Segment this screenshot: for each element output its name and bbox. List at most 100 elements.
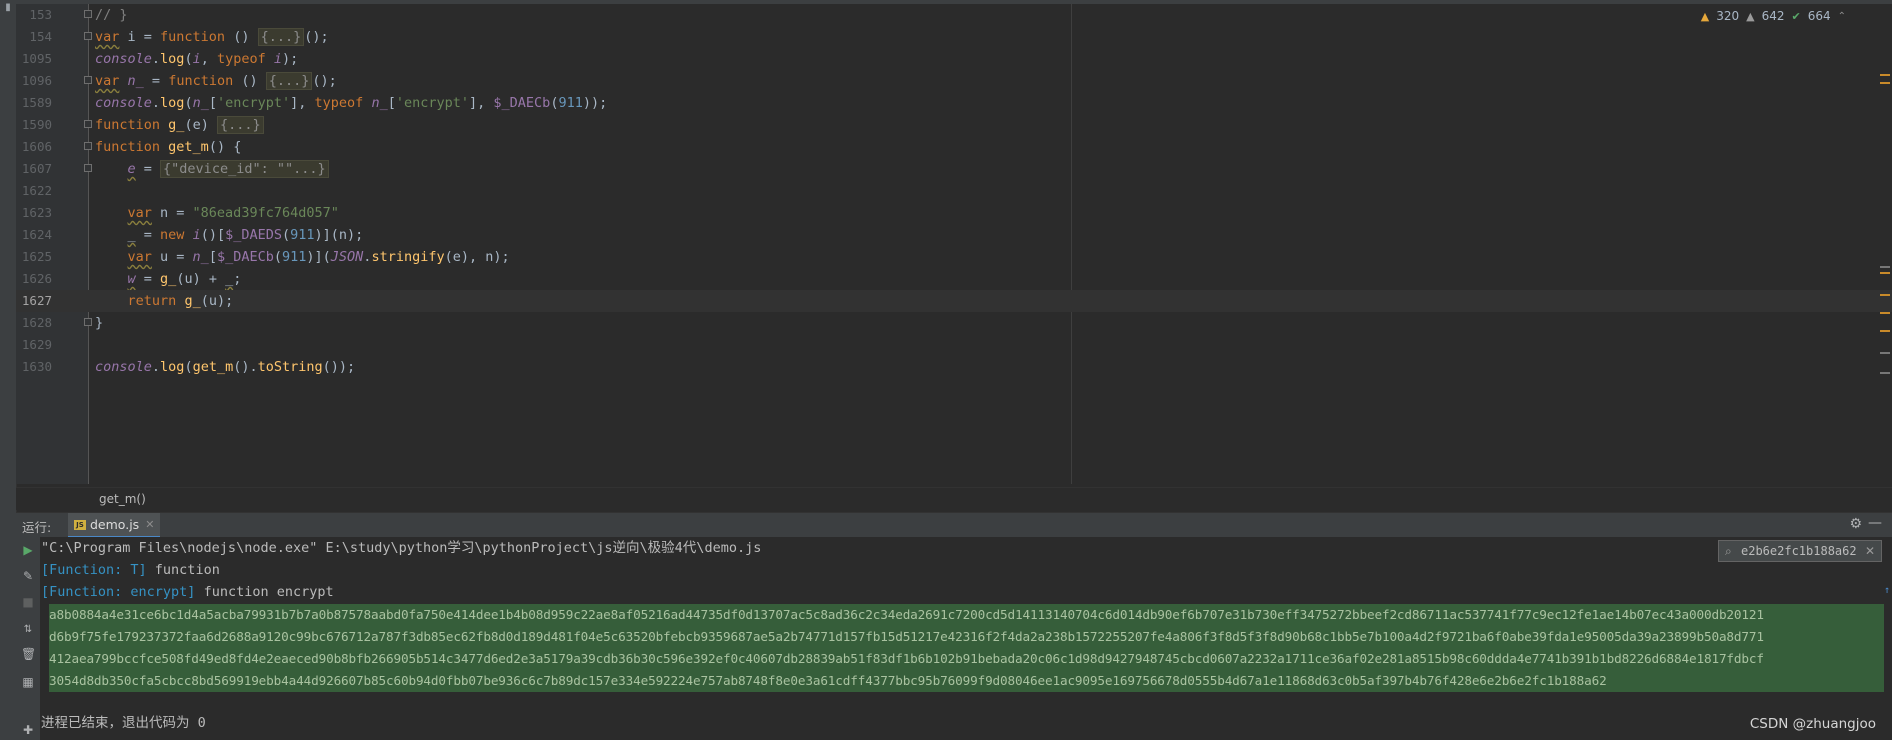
line-number[interactable]: 1629 <box>16 334 52 356</box>
line-number[interactable]: 153 <box>16 4 52 26</box>
code-text: // } <box>95 4 128 26</box>
trash-icon[interactable]: 🗑 <box>21 647 36 661</box>
line-number[interactable]: 1628 <box>16 312 52 334</box>
code-line[interactable]: 1623 var n = "86ead39fc764d057" <box>16 202 1892 224</box>
stripe-marker[interactable] <box>1880 82 1890 84</box>
code-token: = <box>143 73 169 89</box>
line-number[interactable]: 1627 <box>16 290 52 312</box>
breadcrumb[interactable]: get_m() <box>16 487 1892 510</box>
code-line[interactable]: 153 // } <box>16 4 1892 26</box>
fold-toggle-icon[interactable] <box>84 32 92 40</box>
console-line: [Function: encrypt] function encrypt <box>41 581 1892 603</box>
code-text: function get_m() { <box>95 136 241 158</box>
code-line[interactable]: 1607 e = {"device_id": ""...} <box>16 158 1892 180</box>
stripe-marker[interactable] <box>1880 294 1890 296</box>
code-line[interactable]: 1626 w = g_(u) + _; <box>16 268 1892 290</box>
code-line[interactable]: 1627 return g_(u); <box>16 290 1892 312</box>
scroll-indicator-icon[interactable]: ↑ <box>1884 585 1890 596</box>
sort-icon[interactable]: ⇅ <box>21 623 35 637</box>
stripe-marker[interactable] <box>1880 352 1890 354</box>
wrench-icon[interactable]: ✎ <box>21 569 35 583</box>
code-token: log <box>160 95 185 111</box>
folded-region[interactable]: {...} <box>216 116 264 134</box>
code-line[interactable]: 1622 <box>16 180 1892 202</box>
folded-region[interactable]: {"device_id": ""...} <box>160 160 329 178</box>
code-text: function g_(e) {...} <box>95 114 264 136</box>
code-line[interactable]: 154 var i = function () {...} (); <box>16 26 1892 48</box>
stripe-marker[interactable] <box>1880 312 1890 314</box>
line-number[interactable]: 1624 <box>16 224 52 246</box>
line-number[interactable]: 1606 <box>16 136 52 158</box>
fold-toggle-icon[interactable] <box>84 318 92 326</box>
code-token: ( <box>184 359 193 375</box>
code-token: ; <box>233 271 242 287</box>
code-token: . <box>151 359 161 375</box>
code-editor[interactable]: 153// } 154 var i = function () {...} (); 10… <box>16 0 1892 484</box>
line-number[interactable]: 1625 <box>16 246 52 268</box>
fold-toggle-icon[interactable] <box>84 120 92 128</box>
code-line[interactable]: 1630 console.log(get_m().toString()); <box>16 356 1892 378</box>
left-tool-strip: ▮ <box>0 0 17 740</box>
fold-toggle-icon[interactable] <box>84 142 92 150</box>
line-number[interactable]: 1096 <box>16 70 52 92</box>
stripe-marker[interactable] <box>1880 330 1890 332</box>
line-number[interactable]: 1589 <box>16 92 52 114</box>
clear-search-icon[interactable]: ✕ <box>1865 541 1875 561</box>
line-number[interactable]: 1630 <box>16 356 52 378</box>
line-number[interactable]: 1626 <box>16 268 52 290</box>
console-search-field[interactable]: ⌕ e2b6e2fc1b188a62 ✕ <box>1718 540 1882 562</box>
line-number[interactable]: 1095 <box>16 48 52 70</box>
stripe-marker[interactable] <box>1880 372 1890 374</box>
rerun-icon[interactable]: ▶ <box>21 543 35 557</box>
code-token: (e), n); <box>444 249 510 265</box>
line-number[interactable]: 1607 <box>16 158 52 180</box>
stripe-marker[interactable] <box>1880 74 1890 76</box>
line-number[interactable]: 1622 <box>16 180 52 202</box>
fold-toggle-icon[interactable] <box>84 76 92 84</box>
tab-demo-js[interactable]: JS demo.js ✕ <box>68 513 161 538</box>
folded-region[interactable]: {...} <box>265 72 313 90</box>
project-icon[interactable]: ▮ <box>3 3 13 13</box>
fold-toggle-icon[interactable] <box>84 10 92 18</box>
code-token: ( <box>273 249 282 265</box>
line-number[interactable]: 154 <box>16 26 52 48</box>
chevron-up-icon[interactable]: ⌃ <box>1838 11 1846 22</box>
watermark: CSDN @zhuangjoo <box>1749 716 1876 732</box>
run-label: 运行: <box>22 520 52 535</box>
code-token: 911 <box>290 227 315 243</box>
code-line[interactable]: 1095 console.log(i, typeof i); <box>16 48 1892 70</box>
line-number[interactable]: 1623 <box>16 202 52 224</box>
function-text: function encrypt <box>195 584 334 600</box>
code-line[interactable]: 1629 <box>16 334 1892 356</box>
code-line[interactable]: 1096 var n_ = function () {...} (); <box>16 70 1892 92</box>
code-line[interactable]: 1628} <box>16 312 1892 334</box>
stripe-marker[interactable] <box>1880 266 1890 268</box>
folded-region[interactable]: {...} <box>257 28 305 46</box>
code-line[interactable]: 1590 function g_(e) {...} <box>16 114 1892 136</box>
console-output[interactable]: "C:\Program Files\nodejs\node.exe" E:\st… <box>41 537 1892 740</box>
minimize-icon[interactable]: — <box>1868 515 1882 531</box>
code-token: = <box>135 271 161 287</box>
run-toolbar: ▶ ✎ ■ ⇅ 🗑 ▦ ✚ <box>16 537 40 740</box>
layout-icon[interactable]: ▦ <box>21 675 35 689</box>
stripe-marker[interactable] <box>1880 272 1890 274</box>
line-number[interactable]: 1590 <box>16 114 52 136</box>
fold-toggle-icon[interactable] <box>84 164 92 172</box>
code-lines: 153// } 154 var i = function () {...} (); 10… <box>16 4 1892 378</box>
search-input[interactable]: e2b6e2fc1b188a62 <box>1741 541 1857 561</box>
pin-icon[interactable]: ✚ <box>21 723 35 737</box>
code-line[interactable]: 1589 console.log(n_['encrypt'], typeof n_… <box>16 92 1892 114</box>
gear-icon[interactable]: ⚙ <box>1849 516 1862 532</box>
code-token: u = <box>151 249 193 265</box>
error-stripe[interactable] <box>1880 4 1892 484</box>
close-icon[interactable]: ✕ <box>145 518 154 531</box>
inspection-widget[interactable]: ▲ 320 ▲ 642 ✔ 664 ⌃ <box>1701 8 1846 24</box>
stop-icon[interactable]: ■ <box>21 595 35 609</box>
code-line[interactable]: 1625 var u = n_[$_DAECb(911)](JSON.strin… <box>16 246 1892 268</box>
code-token: )); <box>582 95 608 111</box>
code-line[interactable]: 1624 _ = new i()[$_DAEDS(911)](n); <box>16 224 1892 246</box>
code-token: console <box>95 51 152 67</box>
breadcrumb-item[interactable]: get_m() <box>99 488 146 510</box>
code-line[interactable]: 1606 function get_m() { <box>16 136 1892 158</box>
